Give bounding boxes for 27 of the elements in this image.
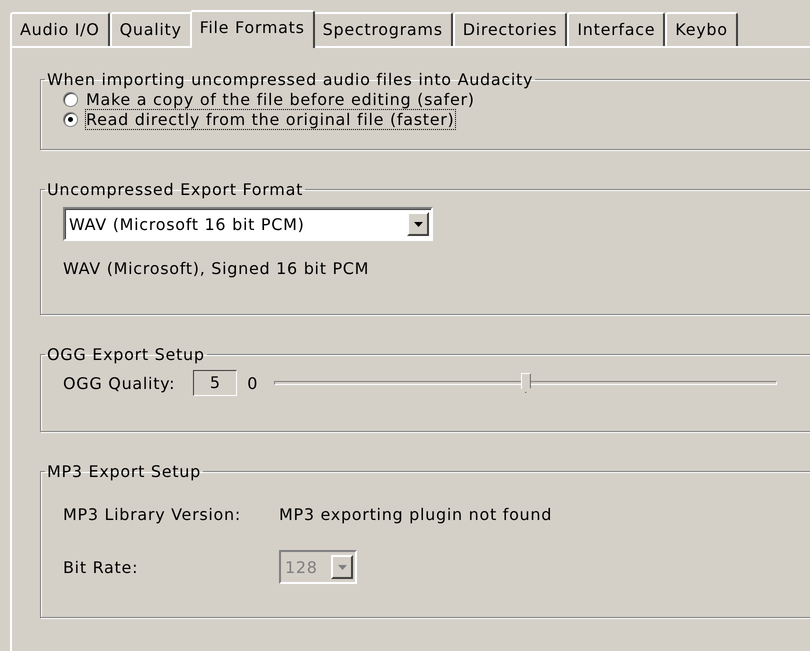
tab[interactable]: Audio I/O xyxy=(10,12,110,46)
format-dropdown[interactable]: WAV (Microsoft 16 bit PCM) xyxy=(63,207,433,241)
radio-button[interactable] xyxy=(63,92,78,106)
group-title: Uncompressed Export Format xyxy=(46,180,304,199)
tab[interactable]: Spectrograms xyxy=(312,12,453,46)
quality-slider[interactable] xyxy=(274,372,778,394)
radio-button[interactable] xyxy=(63,112,78,126)
slider-thumb[interactable] xyxy=(520,373,531,393)
group-title: When importing uncompressed audio files into Audacity xyxy=(46,70,534,89)
group-title: OGG Export Setup xyxy=(46,345,206,364)
tab[interactable]: Interface xyxy=(567,12,666,46)
radio-label: Make a copy of the file before editing (safer) xyxy=(86,90,475,108)
library-value: MP3 exporting plugin not found xyxy=(279,505,552,524)
tab[interactable]: File Formats xyxy=(190,10,315,48)
caret-icon xyxy=(338,564,346,570)
radio-label: Read directly from the original file (faster) xyxy=(86,110,454,128)
quality-label: OGG Quality: xyxy=(63,374,176,392)
tab[interactable]: Keybo xyxy=(665,12,738,46)
quality-value: 5 xyxy=(193,370,238,396)
bitrate-label: Bit Rate: xyxy=(63,558,140,576)
tab[interactable]: Directories xyxy=(452,12,568,46)
tab[interactable]: Quality xyxy=(110,12,192,46)
group-title: MP3 Export Setup xyxy=(46,462,202,481)
slider-min-label: 0 xyxy=(247,374,258,392)
format-description: WAV (Microsoft), Signed 16 bit PCM xyxy=(63,259,370,278)
caret-icon xyxy=(414,222,422,226)
library-label: MP3 Library Version: xyxy=(63,505,242,524)
